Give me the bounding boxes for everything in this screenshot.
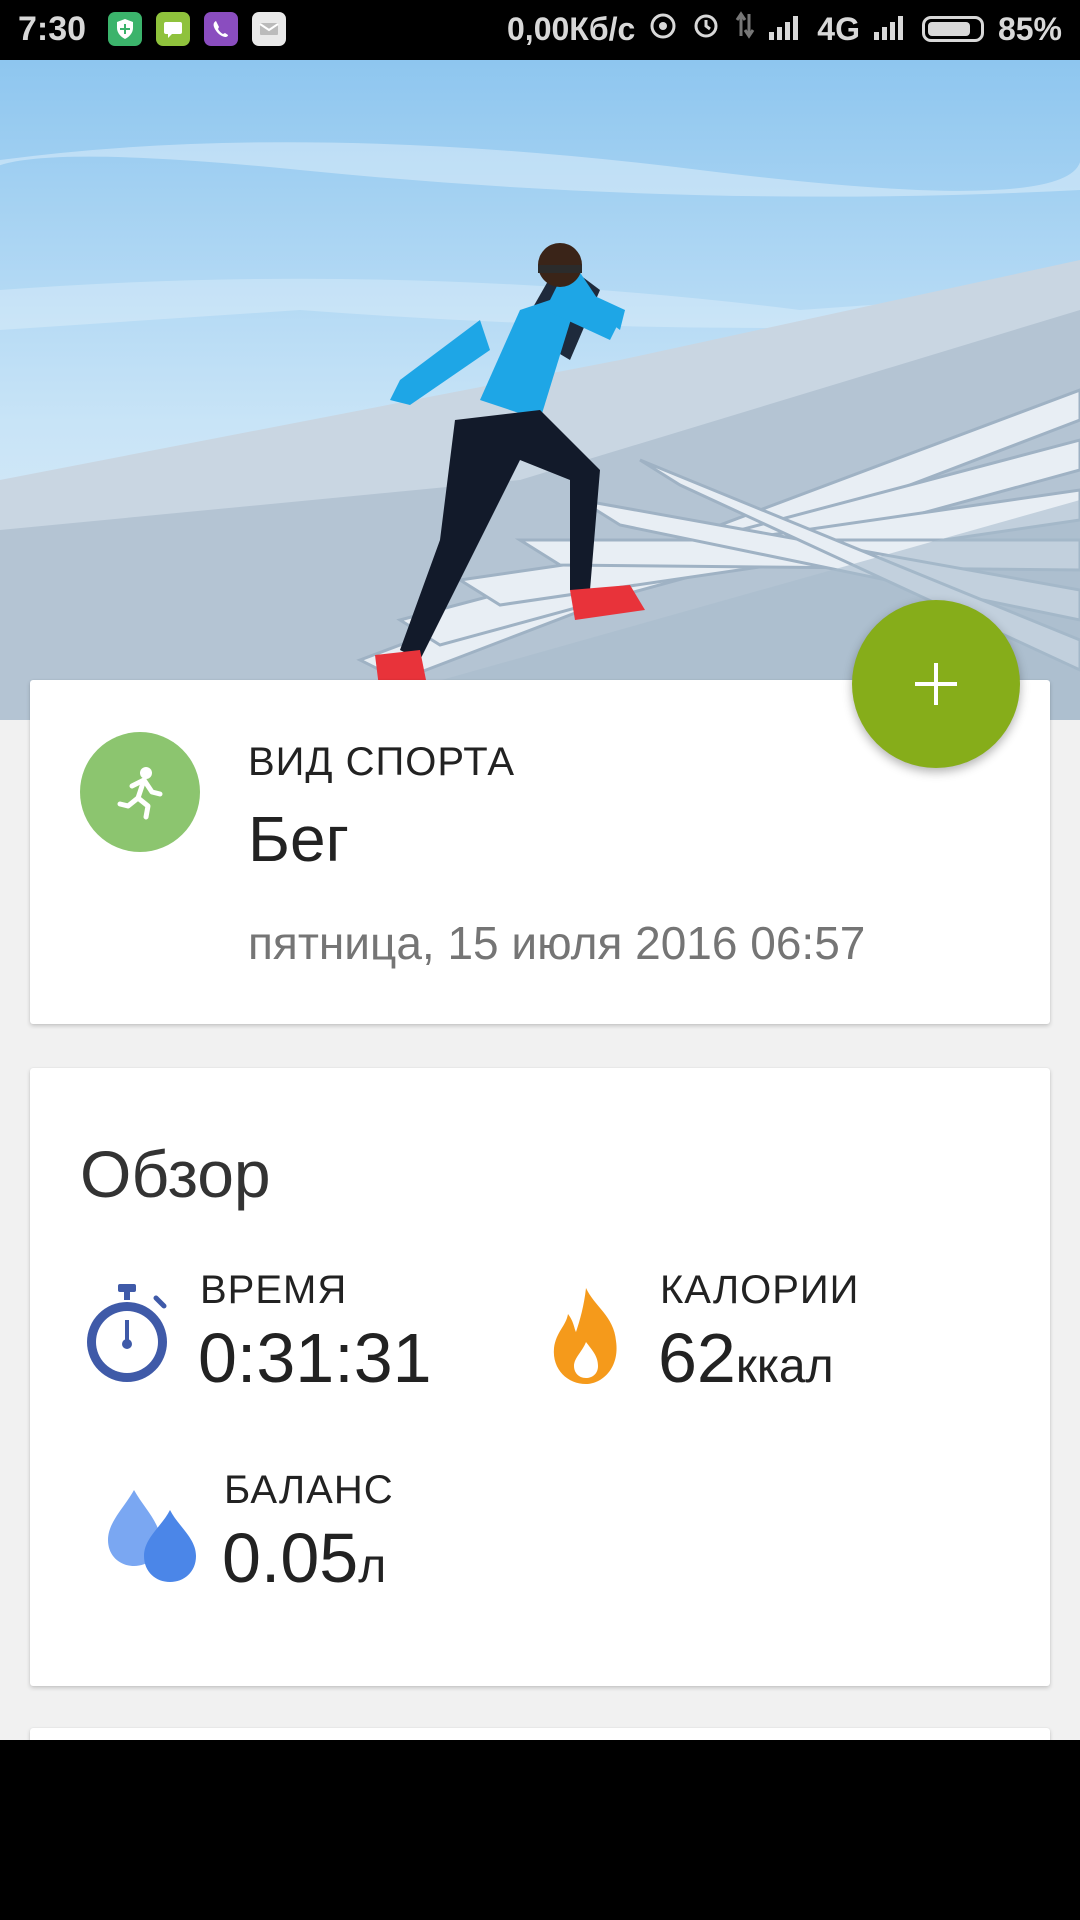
status-right: 0,00Кб/с 4G 85% (507, 10, 1062, 48)
water-drops-icon (104, 1488, 204, 1589)
alarm-icon (691, 10, 721, 48)
calories-value: 62 (658, 1319, 736, 1397)
data-arrows-icon (735, 10, 755, 48)
balance-value: 0.05 (222, 1519, 359, 1597)
battery-icon (921, 16, 984, 42)
notification-icons (108, 12, 286, 46)
running-man-icon (80, 732, 200, 852)
overview-card: Обзор ВРЕМЯ 0:31:31 КАЛОРИИ 62ккал БАЛАН… (30, 1068, 1050, 1686)
status-bar: 7:30 0,00Кб/с 4G 85% (0, 0, 1080, 60)
workout-datetime: пятница, 15 июля 2016 06:57 (248, 917, 866, 969)
calories-value-line: 62ккал (658, 1318, 834, 1398)
time-label: ВРЕМЯ (200, 1268, 348, 1312)
network-speed: 0,00Кб/с (507, 10, 636, 47)
balance-label: БАЛАНС (224, 1468, 394, 1512)
balance-unit: л (358, 1540, 387, 1593)
status-time: 7:30 (18, 10, 87, 48)
hotspot-icon (649, 11, 677, 48)
time-value: 0:31:31 (198, 1319, 432, 1397)
plus-icon (915, 663, 957, 705)
navigation-bar (0, 1740, 1080, 1920)
calories-unit: ккал (735, 1340, 834, 1393)
sms-app-icon (156, 12, 190, 46)
sport-type-label: ВИД СПОРТА (248, 740, 516, 784)
overview-title: Обзор (80, 1137, 271, 1211)
battery-percent: 85% (997, 10, 1062, 47)
balance-value-line: 0.05л (222, 1518, 386, 1598)
signal-icon-2 (873, 11, 908, 48)
stopwatch-icon (82, 1284, 172, 1389)
security-app-icon (108, 12, 142, 46)
signal-icon (769, 11, 803, 48)
viber-icon (204, 12, 238, 46)
network-type: 4G (817, 10, 860, 47)
email-icon (252, 12, 286, 46)
add-button[interactable] (852, 600, 1020, 768)
sport-type-value: Бег (248, 803, 349, 875)
calories-label: КАЛОРИИ (660, 1268, 860, 1312)
flame-icon (544, 1286, 628, 1391)
